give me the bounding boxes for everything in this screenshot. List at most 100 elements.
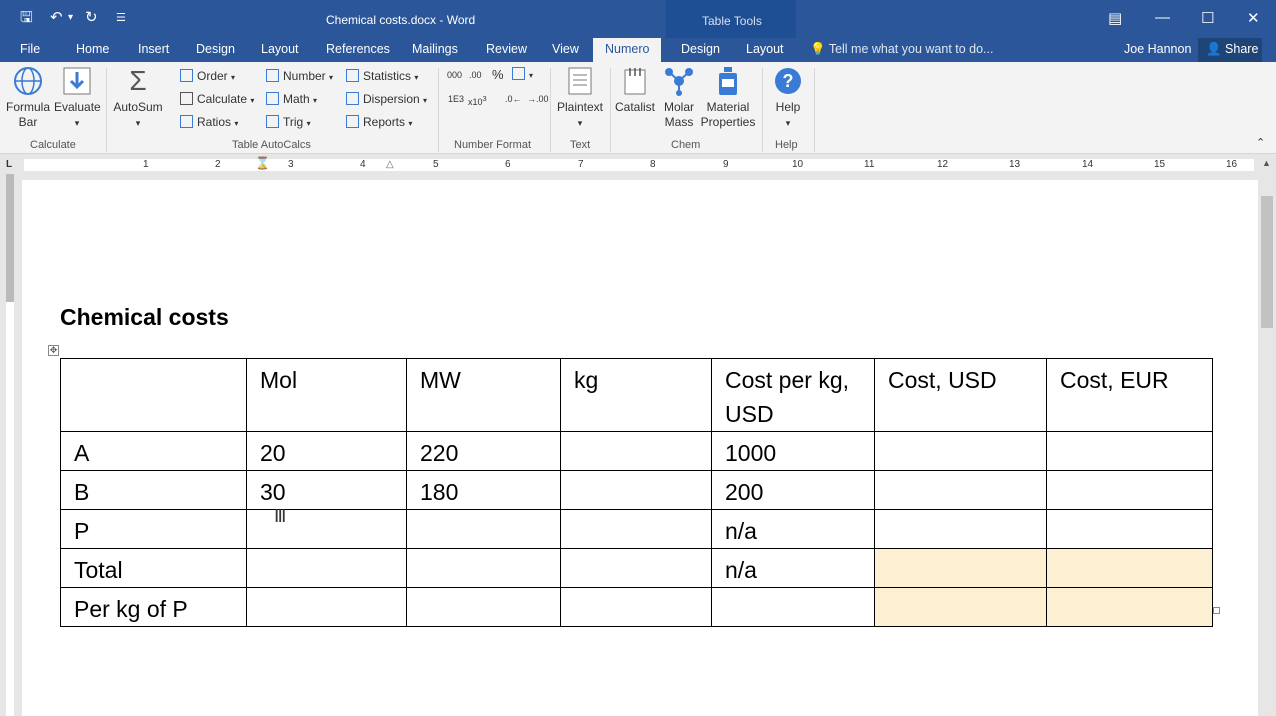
table-cell[interactable]: [874, 470, 1047, 510]
maximize-icon[interactable]: ☐: [1201, 9, 1214, 27]
table-cell[interactable]: n/a: [711, 548, 875, 588]
customize-toolbar-icon[interactable]: ☰: [116, 9, 126, 27]
table-cell[interactable]: P: [60, 509, 247, 549]
collapse-ribbon-icon[interactable]: ⌃: [1256, 136, 1265, 149]
table-header-cell[interactable]: kg: [560, 358, 712, 432]
evaluate-button[interactable]: Evaluate ▾: [54, 66, 101, 131]
table-cell[interactable]: 200: [711, 470, 875, 510]
table-cell[interactable]: n/a: [711, 509, 875, 549]
table-cell[interactable]: A: [60, 431, 247, 471]
scientific-format-icon[interactable]: x103: [468, 94, 487, 107]
table-cell[interactable]: [246, 509, 407, 549]
ratios-button[interactable]: Ratios ▾: [180, 115, 238, 129]
table-cell[interactable]: 220: [406, 431, 561, 471]
calculate-button[interactable]: Calculate ▾: [180, 92, 254, 106]
catalist-button[interactable]: Catalist: [613, 66, 657, 115]
table-cell[interactable]: [560, 587, 712, 627]
table-cell[interactable]: [60, 358, 247, 432]
tab-table-design[interactable]: Design: [681, 42, 720, 56]
table-cell[interactable]: [406, 548, 561, 588]
tab-insert[interactable]: Insert: [138, 42, 169, 56]
table-header-cell[interactable]: Mol: [246, 358, 407, 432]
ribbon-display-options-icon[interactable]: ▤: [1108, 9, 1122, 27]
table-cell-highlighted[interactable]: [1046, 587, 1213, 627]
table-cell[interactable]: 180: [406, 470, 561, 510]
table-cell[interactable]: [1046, 509, 1213, 549]
number-button[interactable]: Number ▾: [266, 69, 333, 83]
minimize-icon[interactable]: —: [1155, 9, 1170, 26]
redo-icon[interactable]: ↻: [85, 9, 98, 27]
increase-decimal-icon[interactable]: →.00: [527, 94, 549, 104]
table-cell-highlighted[interactable]: [874, 587, 1047, 627]
table-cell[interactable]: [246, 587, 407, 627]
currency-format-icon[interactable]: ▾: [512, 67, 533, 81]
table-cell[interactable]: [560, 470, 712, 510]
vertical-ruler[interactable]: [0, 174, 20, 716]
formula-bar-button[interactable]: Formula Bar: [6, 66, 50, 130]
save-icon[interactable]: 🖫: [20, 9, 33, 27]
material-properties-button[interactable]: Material Properties: [700, 66, 756, 130]
tab-numero[interactable]: Numero: [593, 38, 662, 62]
molar-mass-button[interactable]: Molar Mass: [659, 66, 699, 130]
table-cell[interactable]: [874, 509, 1047, 549]
tab-review[interactable]: Review: [486, 42, 527, 56]
indent-marker-icon[interactable]: ⌛: [255, 156, 270, 170]
reports-button[interactable]: Reports ▾: [346, 115, 412, 129]
table-cell-highlighted[interactable]: [1046, 548, 1213, 588]
decrease-decimal-icon[interactable]: .0←: [505, 94, 522, 104]
percent-format-icon[interactable]: %: [492, 67, 504, 82]
table-cell[interactable]: [874, 431, 1047, 471]
plaintext-button[interactable]: Plaintext ▾: [555, 66, 605, 131]
table-header-cell[interactable]: MW: [406, 358, 561, 432]
tell-me-search[interactable]: 💡 Tell me what you want to do...: [810, 42, 993, 57]
table-move-handle-icon[interactable]: ✥: [48, 345, 59, 356]
tab-home[interactable]: Home: [76, 42, 109, 56]
document-page[interactable]: Chemical costs ✥ Mol MW kg Cost per kg, …: [22, 180, 1258, 716]
close-icon[interactable]: ✕: [1247, 9, 1260, 27]
table-cell[interactable]: [560, 548, 712, 588]
vertical-scrollbar[interactable]: ▲: [1259, 156, 1276, 716]
horizontal-ruler[interactable]: L 1 2 3 4 5 6 7 8 9 10 11 12 13 14 15 16…: [0, 156, 1276, 174]
table-cell[interactable]: [1046, 470, 1213, 510]
table-cell[interactable]: 30: [246, 470, 407, 510]
table-cell[interactable]: B: [60, 470, 247, 510]
table-cell[interactable]: Per kg of P: [60, 587, 247, 627]
table-cell[interactable]: 1000: [711, 431, 875, 471]
table-cell[interactable]: [246, 548, 407, 588]
table-cell[interactable]: 20: [246, 431, 407, 471]
table-header-cell[interactable]: Cost, EUR: [1046, 358, 1213, 432]
right-indent-marker-icon[interactable]: △: [386, 159, 394, 170]
thousands-separator-icon[interactable]: 000: [447, 70, 462, 80]
table-header-cell[interactable]: Cost, USD: [874, 358, 1047, 432]
share-button[interactable]: 👤 Share: [1198, 38, 1262, 62]
table-resize-handle[interactable]: [1213, 607, 1220, 614]
data-table[interactable]: Mol MW kg Cost per kg, USD Cost, USD Cos…: [60, 358, 1213, 627]
table-cell[interactable]: [711, 587, 875, 627]
undo-dropdown-icon[interactable]: ▾: [68, 9, 73, 27]
decimal-format-icon[interactable]: .00: [469, 70, 482, 80]
trig-button[interactable]: Trig ▾: [266, 115, 311, 129]
tab-references[interactable]: References: [326, 42, 390, 56]
tab-view[interactable]: View: [552, 42, 579, 56]
scroll-up-icon[interactable]: ▲: [1262, 158, 1271, 168]
dispersion-button[interactable]: Dispersion ▾: [346, 92, 427, 106]
order-button[interactable]: Order ▾: [180, 69, 235, 83]
tab-file[interactable]: File: [20, 42, 40, 56]
table-cell[interactable]: [1046, 431, 1213, 471]
autosum-button[interactable]: Σ AutoSum ▾: [110, 66, 166, 131]
scrollbar-thumb[interactable]: [1261, 196, 1273, 328]
tab-mailings[interactable]: Mailings: [412, 42, 458, 56]
tab-table-layout[interactable]: Layout: [746, 42, 784, 56]
document-heading[interactable]: Chemical costs: [60, 304, 229, 331]
help-button[interactable]: ? Help ▾: [768, 66, 808, 131]
statistics-button[interactable]: Statistics ▾: [346, 69, 418, 83]
tab-design[interactable]: Design: [196, 42, 235, 56]
table-cell[interactable]: [406, 509, 561, 549]
user-name[interactable]: Joe Hannon: [1124, 42, 1191, 56]
table-cell-highlighted[interactable]: [874, 548, 1047, 588]
math-button[interactable]: Math ▾: [266, 92, 317, 106]
undo-icon[interactable]: ↶: [50, 9, 63, 27]
table-cell[interactable]: [406, 587, 561, 627]
table-cell[interactable]: [560, 431, 712, 471]
engineering-format-icon[interactable]: 1E3: [448, 94, 464, 104]
